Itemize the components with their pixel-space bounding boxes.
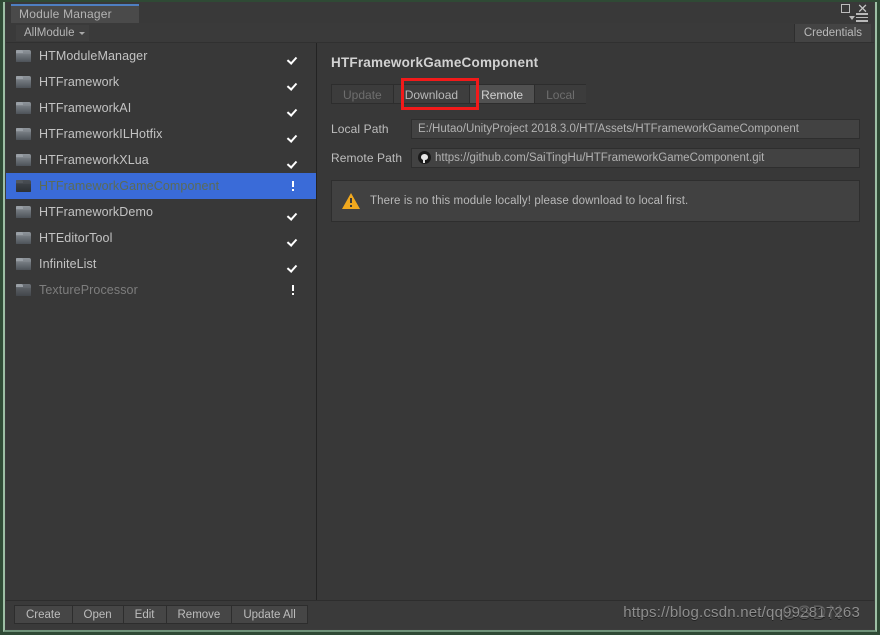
list-item[interactable]: HTFrameworkGameComponent — [6, 173, 316, 199]
list-item-label: HTFrameworkILHotfix — [39, 127, 163, 141]
status-ok-icon — [286, 257, 300, 271]
chevron-down-icon — [849, 15, 855, 20]
remote-path-field: Remote Path https://github.com/SaiTingHu… — [331, 147, 860, 168]
status-ok-icon — [286, 205, 300, 219]
folder-icon — [16, 76, 31, 88]
title-bar: Module Manager ✕ — [6, 2, 874, 23]
folder-icon — [16, 284, 31, 296]
status-error-icon — [286, 283, 300, 297]
mode-tab-local: Local — [534, 84, 586, 104]
credentials-button[interactable]: Credentials — [793, 24, 871, 42]
watermark: CSDN https://blog.csdn.net/qq992817263 — [623, 603, 860, 624]
maximize-icon[interactable] — [841, 4, 851, 13]
list-item-label: TextureProcessor — [39, 283, 138, 297]
warning-triangle-icon — [342, 193, 360, 209]
bottom-toolbar: Create Open Edit Remove Update All CSDN http… — [6, 600, 874, 629]
status-ok-icon — [286, 49, 300, 63]
list-item-label: HTFramework — [39, 75, 120, 89]
remove-button[interactable]: Remove — [165, 605, 232, 624]
list-item-label: HTFrameworkGameComponent — [39, 179, 220, 193]
status-ok-icon — [286, 75, 300, 89]
list-item[interactable]: HTFrameworkDemo — [6, 199, 316, 225]
folder-icon — [16, 258, 31, 270]
list-item-label: HTEditorTool — [39, 231, 113, 245]
list-item[interactable]: HTFrameworkAI — [6, 95, 316, 121]
local-path-value: E:/Hutao/UnityProject 2018.3.0/HT/Assets… — [418, 122, 799, 135]
folder-icon — [16, 180, 31, 192]
remote-path-value: https://github.com/SaiTingHu/HTFramework… — [435, 151, 765, 164]
list-item[interactable]: HTModuleManager — [6, 43, 316, 69]
list-item-label: HTFrameworkDemo — [39, 205, 154, 219]
hamburger-menu-icon — [856, 13, 868, 22]
create-button[interactable]: Create — [14, 605, 72, 624]
status-ok-icon — [286, 153, 300, 167]
status-ok-icon — [286, 101, 300, 115]
status-error-icon — [286, 179, 300, 193]
folder-icon — [16, 232, 31, 244]
remote-path-input[interactable]: https://github.com/SaiTingHu/HTFramework… — [411, 147, 860, 168]
mode-tab-update: Update — [331, 84, 393, 104]
list-item[interactable]: HTFramework — [6, 69, 316, 95]
edit-button[interactable]: Edit — [122, 605, 166, 624]
watermark-ghost: CSDN — [782, 603, 844, 624]
tab-label: Module Manager — [19, 7, 112, 21]
list-item-label: HTFrameworkAI — [39, 101, 132, 115]
module-detail-panel: HTFrameworkGameComponent Update Download R… — [317, 43, 874, 601]
folder-icon — [16, 154, 31, 166]
main-area: HTModuleManager HTFramework HTFrameworkAI H… — [6, 43, 874, 601]
module-filter-dropdown[interactable]: AllModule — [16, 25, 89, 41]
status-ok-icon — [286, 127, 300, 141]
update-all-button[interactable]: Update All — [231, 605, 308, 624]
chevron-down-icon — [78, 32, 85, 35]
mode-tab-row: Update Download Remote Local — [331, 78, 860, 110]
list-item-label: HTModuleManager — [39, 49, 148, 63]
bottom-button-group: Create Open Edit Remove Update All — [14, 605, 308, 624]
mode-tab-download[interactable]: Download — [392, 84, 470, 104]
open-button[interactable]: Open — [71, 605, 123, 624]
module-manager-window: Module Manager ✕ AllModule Credentials H… — [0, 0, 880, 635]
panel-menu-button[interactable] — [849, 13, 868, 22]
folder-icon — [16, 128, 31, 140]
status-ok-icon — [286, 231, 300, 245]
toolbar: AllModule Credentials — [6, 23, 874, 43]
folder-icon — [16, 50, 31, 62]
list-item-label: HTFrameworkXLua — [39, 153, 149, 167]
warning-banner: There is no this module locally! please … — [331, 180, 860, 222]
local-path-input[interactable]: E:/Hutao/UnityProject 2018.3.0/HT/Assets… — [411, 118, 860, 139]
mode-tab-remote[interactable]: Remote — [469, 84, 535, 104]
remote-path-label: Remote Path — [331, 150, 403, 165]
list-item[interactable]: HTFrameworkILHotfix — [6, 121, 316, 147]
list-item[interactable]: HTFrameworkXLua — [6, 147, 316, 173]
module-list[interactable]: HTModuleManager HTFramework HTFrameworkAI H… — [6, 43, 317, 601]
module-filter-label: AllModule — [24, 27, 75, 39]
warning-text: There is no this module locally! please … — [370, 195, 689, 207]
folder-icon — [16, 102, 31, 114]
list-item-label: InfiniteList — [39, 257, 97, 271]
list-item[interactable]: InfiniteList — [6, 251, 316, 277]
tab-module-manager[interactable]: Module Manager — [11, 4, 139, 23]
local-path-label: Local Path — [331, 121, 389, 136]
folder-icon — [16, 206, 31, 218]
list-item[interactable]: HTEditorTool — [6, 225, 316, 251]
page-title: HTFrameworkGameComponent — [331, 55, 539, 70]
github-icon — [418, 151, 431, 164]
list-item[interactable]: TextureProcessor — [6, 277, 316, 303]
local-path-field: Local Path E:/Hutao/UnityProject 2018.3.… — [331, 118, 860, 139]
credentials-label: Credentials — [803, 27, 862, 39]
